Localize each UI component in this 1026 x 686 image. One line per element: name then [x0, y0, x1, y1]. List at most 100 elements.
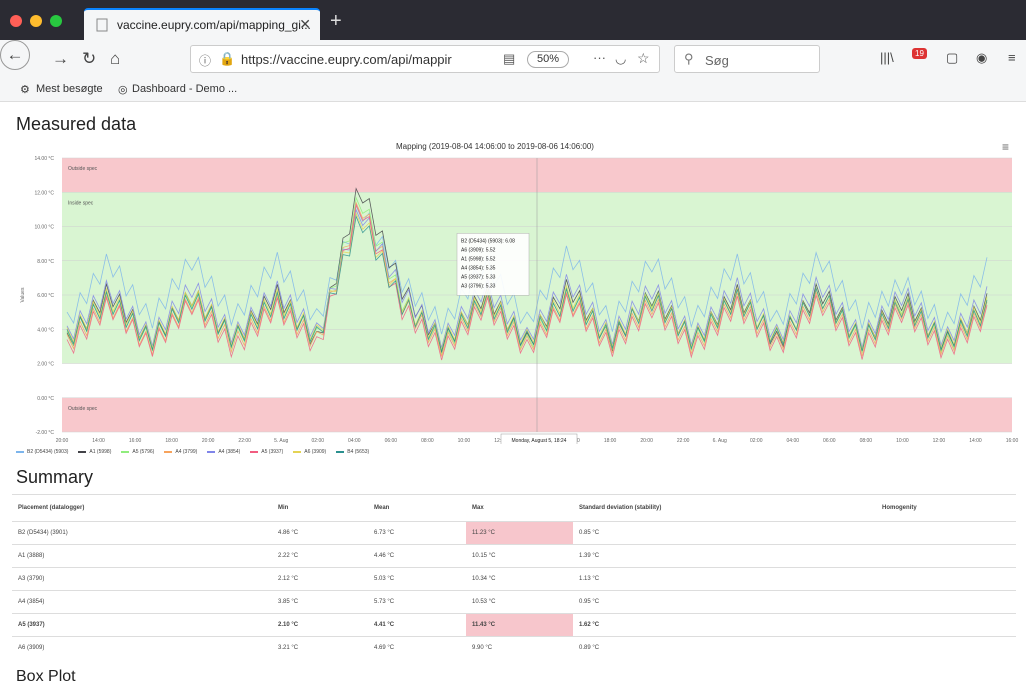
legend-item[interactable]: A6 (3909) — [293, 449, 326, 455]
col-max: Max — [466, 494, 573, 522]
table-cell: 5.03 °C — [368, 567, 466, 591]
table-cell: 3.85 °C — [272, 590, 368, 614]
x-tick-label: 12:00 — [933, 438, 946, 444]
minimize-window-icon[interactable] — [30, 15, 42, 27]
table-row: A4 (3854) 3.85 °C 5.73 °C 10.53 °C 0.95 °C — [12, 590, 1016, 614]
search-input[interactable]: ⚲ Søg — [674, 45, 820, 73]
chart-menu-icon[interactable]: ≡ — [1002, 140, 1009, 154]
tab-bar: vaccine.eupry.com/api/mapping_gi... ✕ + — [0, 0, 1026, 40]
maximize-window-icon[interactable] — [50, 15, 62, 27]
info-icon[interactable]: ⓘ — [199, 52, 211, 69]
zoom-indicator[interactable]: 50% — [527, 51, 569, 68]
table-cell: 3.21 °C — [272, 636, 368, 660]
tooltip-footer: Monday, August 5, 18:24 — [512, 438, 567, 444]
zone-label: Outside spec — [68, 166, 98, 172]
table-cell: A4 (3854) — [12, 590, 272, 614]
table-cell: 1.13 °C — [573, 567, 876, 591]
table-cell — [876, 590, 1016, 614]
nav-bar: ← → ↻ ⌂ ⓘ 🔒 https://vaccine.eupry.com/ap… — [0, 40, 1026, 78]
page-title: Measured data — [16, 114, 137, 134]
y-tick-label: 8.00 °C — [37, 259, 54, 265]
x-tick-label: 08:00 — [860, 438, 873, 444]
table-cell: 2.10 °C — [272, 613, 368, 637]
legend-symbol — [78, 451, 87, 453]
zone-label: Inside spec — [68, 200, 94, 206]
table-cell: 2.22 °C — [272, 544, 368, 568]
y-axis-label: Values — [20, 287, 26, 302]
table-cell: 9.90 °C — [466, 636, 573, 660]
col-placement: Placement (datalogger) — [12, 494, 272, 522]
x-tick-label: 10:00 — [458, 438, 471, 444]
table-cell: 1.62 °C — [573, 613, 876, 637]
x-tick-label: 6. Aug — [713, 438, 727, 444]
x-tick-label: 10:00 — [896, 438, 909, 444]
measured-data-chart[interactable]: Outside spec Inside spec Outside spec 14.00… — [0, 154, 1026, 444]
table-cell: A1 (3888) — [12, 544, 272, 568]
zone-label: Outside spec — [68, 406, 98, 412]
bookmark-most-visited[interactable]: Mest besøgte — [36, 83, 103, 95]
legend-item[interactable]: A4 (3854) — [207, 449, 240, 455]
globe-icon: ◎ — [118, 84, 128, 96]
table-cell: 5.73 °C — [368, 590, 466, 614]
x-tick-label: 20:00 — [202, 438, 215, 444]
search-icon: ⚲ — [684, 51, 694, 66]
forward-icon[interactable]: → — [52, 49, 69, 69]
legend-item[interactable]: A5 (3937) — [250, 449, 283, 455]
page-actions-icon[interactable]: ··· — [593, 50, 606, 65]
search-placeholder: Søg — [705, 53, 729, 68]
table-cell — [876, 544, 1016, 568]
y-tick-label: -2.00 °C — [36, 430, 55, 436]
x-tick-label: 14:00 — [969, 438, 982, 444]
legend-label: A5 (5796) — [132, 449, 155, 455]
legend-item[interactable]: B2 (D5434) (5903) — [16, 449, 68, 455]
table-cell: 11.23 °C — [466, 521, 573, 545]
legend-item[interactable]: A1 (5998) — [78, 449, 111, 455]
url-text[interactable]: https://vaccine.eupry.com/api/mappir — [241, 52, 501, 67]
sidebar-icon[interactable]: ▢ — [946, 50, 958, 66]
lock-icon: 🔒 — [219, 51, 236, 66]
gear-icon: ⚙ — [20, 84, 30, 96]
browser-tab[interactable]: vaccine.eupry.com/api/mapping_gi... ✕ — [84, 8, 320, 40]
y-tick-label: 0.00 °C — [37, 396, 54, 402]
bookmark-star-icon[interactable]: ☆ — [637, 50, 650, 67]
x-tick-label: 06:00 — [823, 438, 836, 444]
reload-icon[interactable]: ↻ — [82, 49, 96, 69]
chart-legend: B2 (D5434) (5903) A1 (5998) A5 (5796) A4 (3… — [16, 449, 369, 455]
hamburger-menu-icon[interactable]: ≡ — [1008, 50, 1016, 65]
x-tick-label: 22:00 — [238, 438, 251, 444]
x-tick-label: 18:00 — [165, 438, 178, 444]
home-icon[interactable]: ⌂ — [110, 49, 120, 69]
close-tab-icon[interactable]: ✕ — [299, 16, 311, 33]
library-icon[interactable]: |||\ — [880, 50, 894, 65]
legend-symbol — [16, 451, 24, 453]
table-cell: 0.85 °C — [573, 521, 876, 545]
pocket-icon[interactable]: ◡ — [615, 51, 626, 67]
table-cell: B2 (D5434) (3901) — [12, 521, 272, 545]
notification-badge[interactable]: 19 — [912, 48, 927, 59]
table-cell — [876, 567, 1016, 591]
reader-view-icon[interactable]: ▤ — [503, 51, 515, 67]
legend-item[interactable]: A5 (5796) — [121, 449, 154, 455]
x-tick-label: 02:00 — [312, 438, 325, 444]
table-cell: 10.34 °C — [466, 567, 573, 591]
back-button[interactable]: ← — [0, 40, 30, 70]
summary-header-row: Placement (datalogger) Min Mean Max Stan… — [12, 494, 1016, 522]
close-window-icon[interactable] — [10, 15, 22, 27]
table-cell: 10.53 °C — [466, 590, 573, 614]
legend-label: B2 (D5434) (5903) — [27, 449, 69, 455]
address-bar[interactable]: ⓘ 🔒 https://vaccine.eupry.com/api/mappir… — [190, 45, 660, 73]
legend-item[interactable]: B4 (5653) — [336, 449, 369, 455]
table-cell: 0.95 °C — [573, 590, 876, 614]
legend-item[interactable]: A4 (3799) — [164, 449, 197, 455]
legend-label: A4 (3854) — [218, 449, 241, 455]
col-homogenity: Homogenity — [876, 494, 1016, 522]
y-tick-label: 12.00 °C — [34, 190, 54, 196]
table-cell: A5 (3937) — [12, 613, 272, 637]
table-cell: 2.12 °C — [272, 567, 368, 591]
account-icon[interactable]: ◉ — [976, 50, 987, 66]
new-tab-button[interactable]: + — [330, 10, 342, 33]
bookmark-dashboard[interactable]: Dashboard - Demo ... — [132, 83, 237, 95]
x-tick-label: 22:00 — [677, 438, 690, 444]
table-cell: 4.69 °C — [368, 636, 466, 660]
col-mean: Mean — [368, 494, 466, 522]
